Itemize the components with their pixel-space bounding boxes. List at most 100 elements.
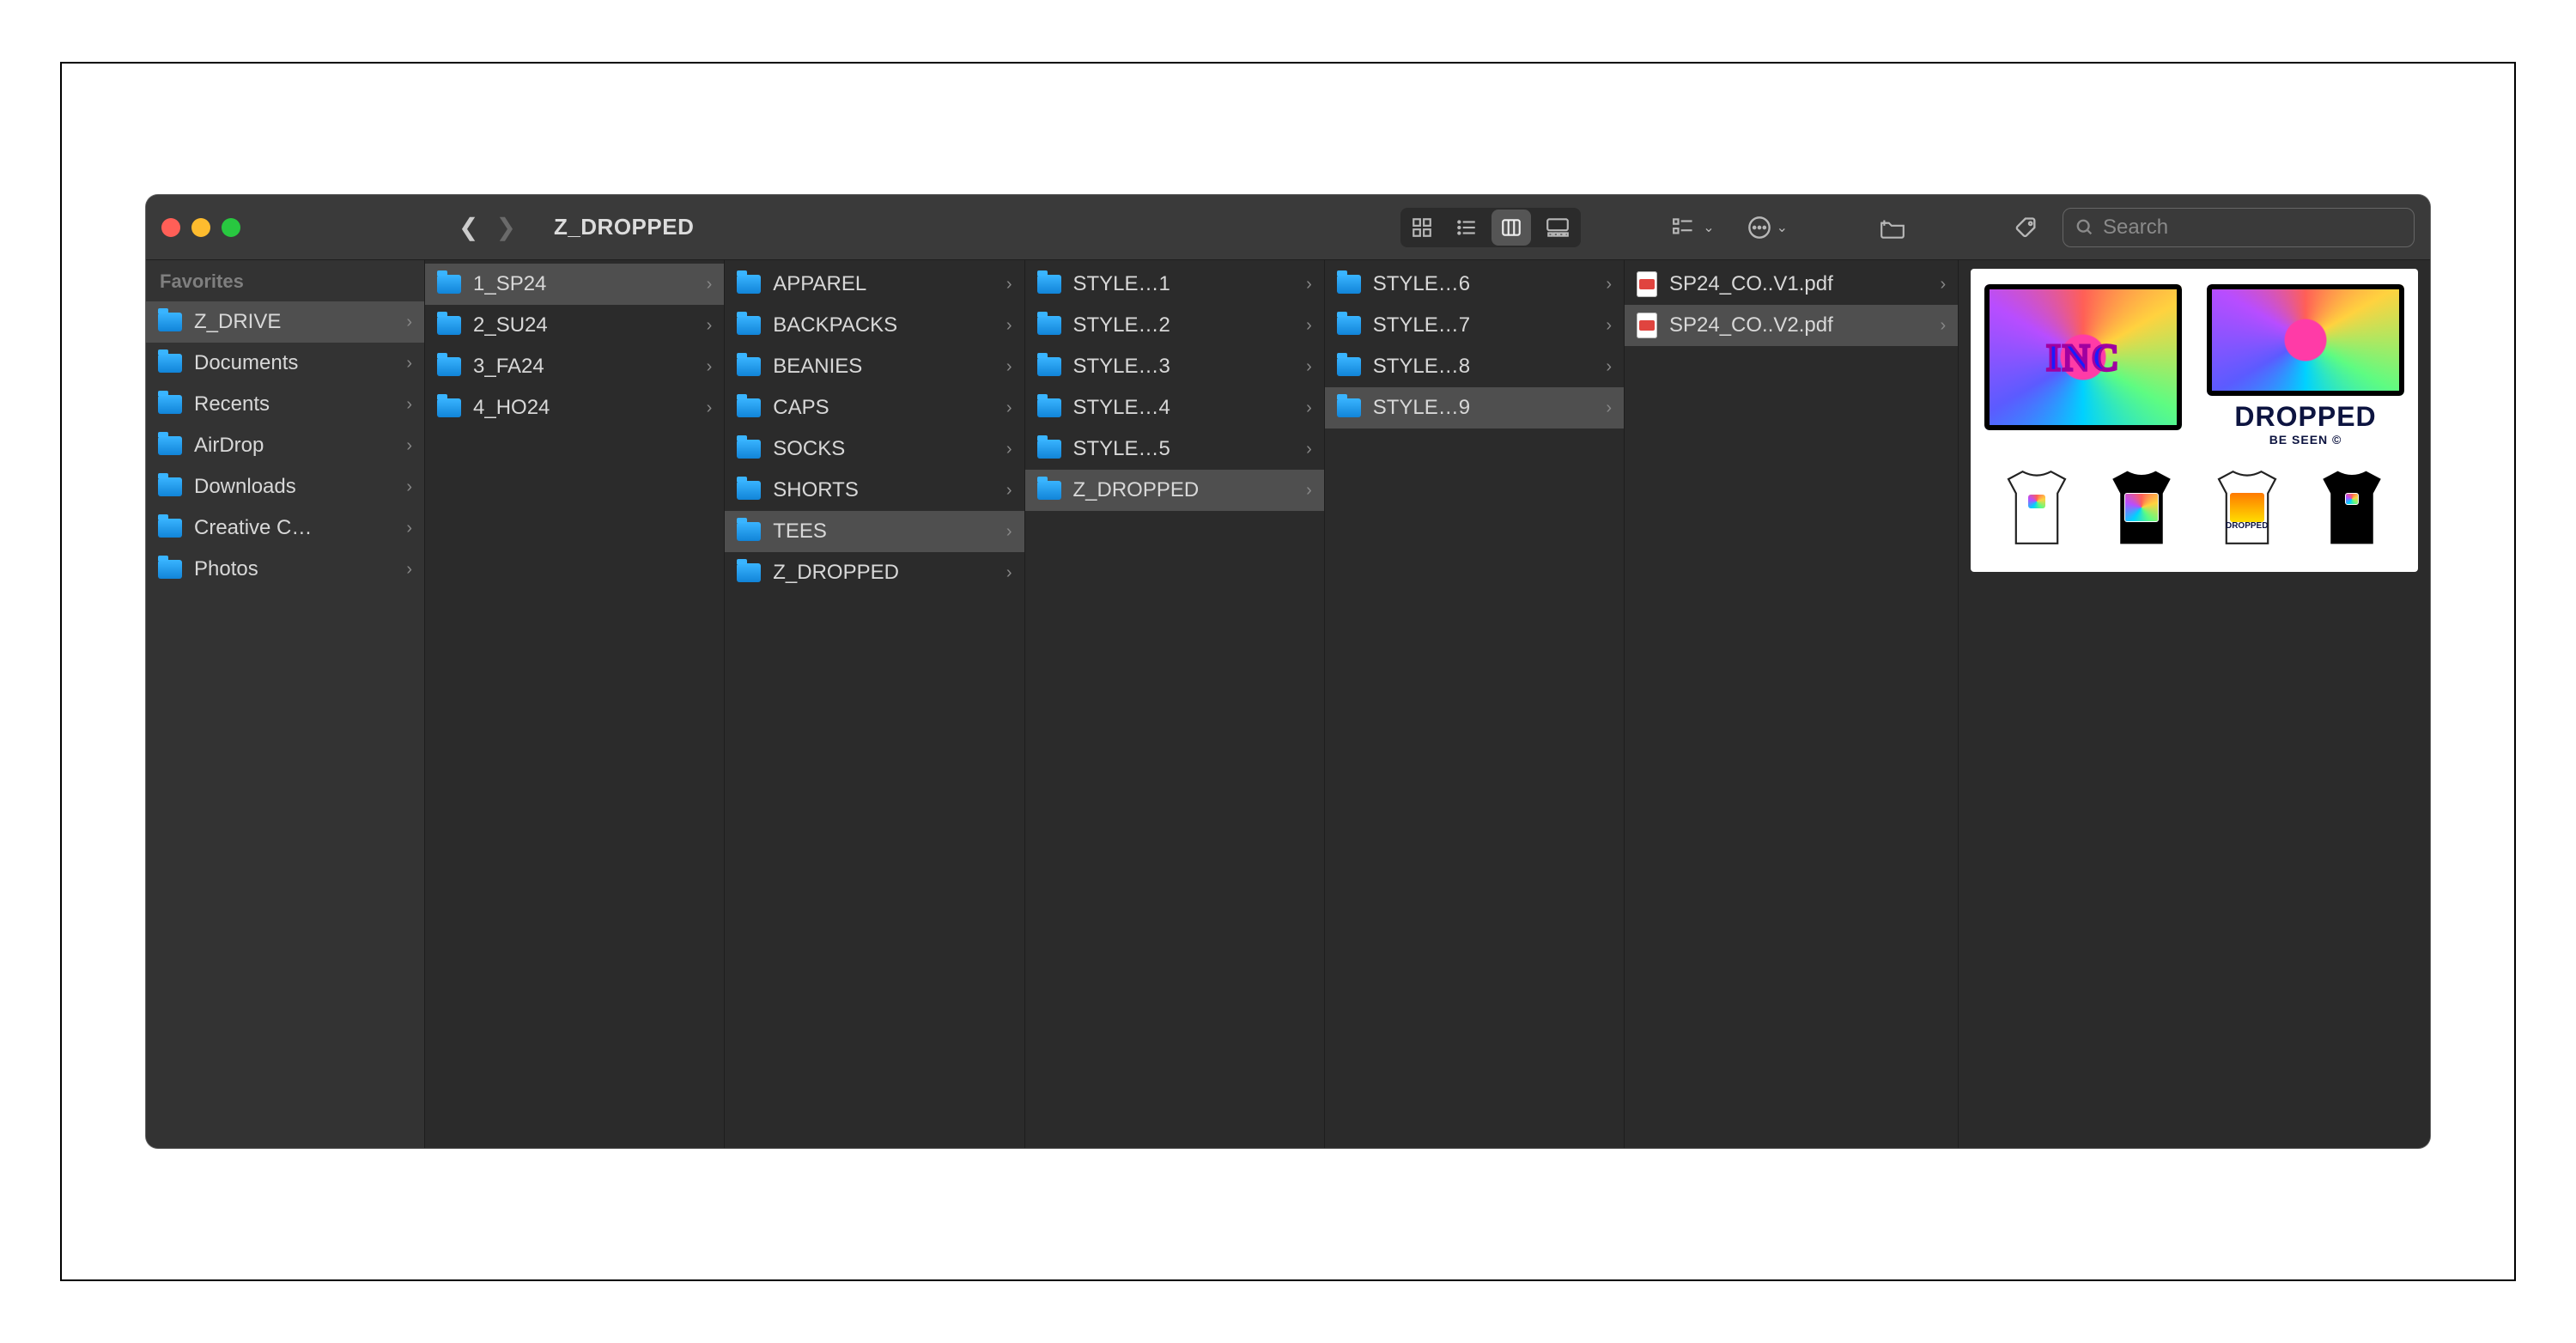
group-by-button[interactable]: ⌄ bbox=[1663, 210, 1722, 246]
outer-frame: ❮ ❯ Z_DROPPED bbox=[60, 62, 2516, 1281]
item-label: STYLE…5 bbox=[1073, 437, 1170, 461]
folder-icon bbox=[158, 436, 182, 455]
file-item[interactable]: SP24_CO..V2.pdf› bbox=[1625, 305, 1958, 346]
folder-icon bbox=[737, 316, 761, 335]
chevron-right-icon: › bbox=[1606, 357, 1612, 377]
finder-window: ❮ ❯ Z_DROPPED bbox=[146, 195, 2430, 1148]
chevron-right-icon: › bbox=[707, 398, 713, 418]
chevron-right-icon: › bbox=[707, 357, 713, 377]
fullscreen-window-button[interactable] bbox=[222, 218, 240, 237]
icon-view-button[interactable] bbox=[1402, 210, 1442, 246]
chevron-right-icon: › bbox=[406, 436, 412, 456]
preview-thumbnail: INC DROPPED BE SEEN © bbox=[1971, 269, 2418, 572]
gallery-view-button[interactable] bbox=[1536, 210, 1579, 246]
folder-item[interactable]: 2_SU24› bbox=[425, 305, 724, 346]
pdf-file-icon bbox=[1637, 313, 1657, 338]
search-input[interactable] bbox=[2103, 216, 2402, 240]
folder-item[interactable]: 3_FA24› bbox=[425, 346, 724, 387]
sidebar-item[interactable]: Documents› bbox=[146, 343, 424, 384]
folder-item[interactable]: STYLE…6› bbox=[1325, 264, 1624, 305]
minimize-window-button[interactable] bbox=[191, 218, 210, 237]
window-title: Z_DROPPED bbox=[554, 214, 694, 240]
list-view-button[interactable] bbox=[1447, 210, 1486, 246]
chevron-right-icon: › bbox=[1306, 440, 1312, 459]
folder-icon bbox=[1037, 275, 1061, 294]
folder-item[interactable]: STYLE…5 › bbox=[1025, 428, 1324, 470]
item-label: SHORTS bbox=[773, 478, 859, 502]
item-label: STYLE…4 bbox=[1073, 396, 1170, 420]
folder-item[interactable]: 1_SP24› bbox=[425, 264, 724, 305]
folder-item[interactable]: STYLE…9› bbox=[1325, 387, 1624, 428]
item-label: BACKPACKS bbox=[773, 313, 897, 337]
folder-icon bbox=[1037, 440, 1061, 459]
sidebar-item-label: Downloads bbox=[194, 475, 296, 499]
new-folder-button[interactable] bbox=[1870, 210, 1915, 246]
chevron-right-icon: › bbox=[1606, 316, 1612, 336]
folder-item[interactable]: STYLE…2› bbox=[1025, 305, 1324, 346]
ellipsis-circle-icon bbox=[1747, 216, 1771, 240]
folder-icon bbox=[737, 481, 761, 500]
chevron-right-icon: › bbox=[406, 519, 412, 538]
forward-button[interactable]: ❯ bbox=[490, 213, 520, 241]
folder-icon bbox=[1337, 316, 1361, 335]
chevron-right-icon: › bbox=[1306, 316, 1312, 336]
sidebar-item[interactable]: AirDrop › bbox=[146, 425, 424, 466]
sidebar-item[interactable]: Creative C…› bbox=[146, 507, 424, 549]
folder-item[interactable]: BACKPACKS› bbox=[725, 305, 1024, 346]
folder-item[interactable]: STYLE…8› bbox=[1325, 346, 1624, 387]
preview-tee-4 bbox=[2305, 460, 2399, 555]
folder-item[interactable]: CAPS› bbox=[725, 387, 1024, 428]
sidebar-item-label: Recents bbox=[194, 392, 270, 416]
folder-item[interactable]: STYLE…1› bbox=[1025, 264, 1324, 305]
pdf-file-icon bbox=[1637, 271, 1657, 297]
sidebar-section-header: Favorites bbox=[146, 265, 424, 301]
tags-button[interactable] bbox=[2006, 210, 2047, 246]
chevron-right-icon: › bbox=[406, 354, 412, 374]
folder-icon bbox=[737, 275, 761, 294]
folder-icon bbox=[1037, 398, 1061, 417]
action-menu-button[interactable]: ⌄ bbox=[1739, 210, 1796, 246]
folder-icon bbox=[158, 519, 182, 538]
nav-arrows: ❮ ❯ Z_DROPPED bbox=[453, 213, 694, 241]
sidebar-item[interactable]: Photos› bbox=[146, 549, 424, 590]
file-item[interactable]: SP24_CO..V1.pdf› bbox=[1625, 264, 1958, 305]
folder-item[interactable]: BEANIES› bbox=[725, 346, 1024, 387]
sidebar: Favorites Z_DRIVE›Documents›Recents›AirD… bbox=[146, 260, 425, 1148]
sidebar-item[interactable]: Z_DRIVE› bbox=[146, 301, 424, 343]
sidebar-item-label: AirDrop bbox=[194, 434, 264, 458]
window-controls bbox=[161, 218, 240, 237]
folder-item[interactable]: Z_DROPPED› bbox=[1025, 470, 1324, 511]
sidebar-item[interactable]: Recents› bbox=[146, 384, 424, 425]
item-label: BEANIES bbox=[773, 355, 862, 379]
folder-item[interactable]: 4_HO24 › bbox=[425, 387, 724, 428]
folder-icon bbox=[437, 398, 461, 417]
folder-icon bbox=[1337, 357, 1361, 376]
grid-icon bbox=[1411, 216, 1433, 239]
folder-item[interactable]: SOCKS› bbox=[725, 428, 1024, 470]
folder-item[interactable]: STYLE…4› bbox=[1025, 387, 1324, 428]
preview-tee-3: DROPPED bbox=[2200, 460, 2294, 555]
column-3: STYLE…1›STYLE…2›STYLE…3›STYLE…4›STYLE…5›… bbox=[1025, 260, 1325, 1148]
item-label: 2_SU24 bbox=[473, 313, 548, 337]
new-folder-icon bbox=[1879, 216, 1906, 239]
folder-icon bbox=[437, 357, 461, 376]
item-label: 4_HO24 bbox=[473, 396, 550, 420]
folder-item[interactable]: SHORTS › bbox=[725, 470, 1024, 511]
folder-icon bbox=[737, 440, 761, 459]
folder-item[interactable]: APPAREL› bbox=[725, 264, 1024, 305]
back-button[interactable]: ❮ bbox=[453, 213, 483, 241]
chevron-right-icon: › bbox=[1606, 398, 1612, 418]
folder-item[interactable]: STYLE…3› bbox=[1025, 346, 1324, 387]
column-view-button[interactable] bbox=[1492, 210, 1531, 246]
folder-item[interactable]: TEES› bbox=[725, 511, 1024, 552]
sidebar-item-label: Photos bbox=[194, 557, 258, 581]
chevron-right-icon: › bbox=[1006, 481, 1012, 501]
folder-icon bbox=[737, 398, 761, 417]
folder-icon bbox=[158, 560, 182, 579]
close-window-button[interactable] bbox=[161, 218, 180, 237]
window-body: Favorites Z_DRIVE›Documents›Recents›AirD… bbox=[146, 260, 2430, 1148]
search-field[interactable] bbox=[2063, 208, 2415, 247]
sidebar-item[interactable]: Downloads› bbox=[146, 466, 424, 507]
folder-item[interactable]: STYLE…7› bbox=[1325, 305, 1624, 346]
folder-item[interactable]: Z_DROPPED› bbox=[725, 552, 1024, 593]
